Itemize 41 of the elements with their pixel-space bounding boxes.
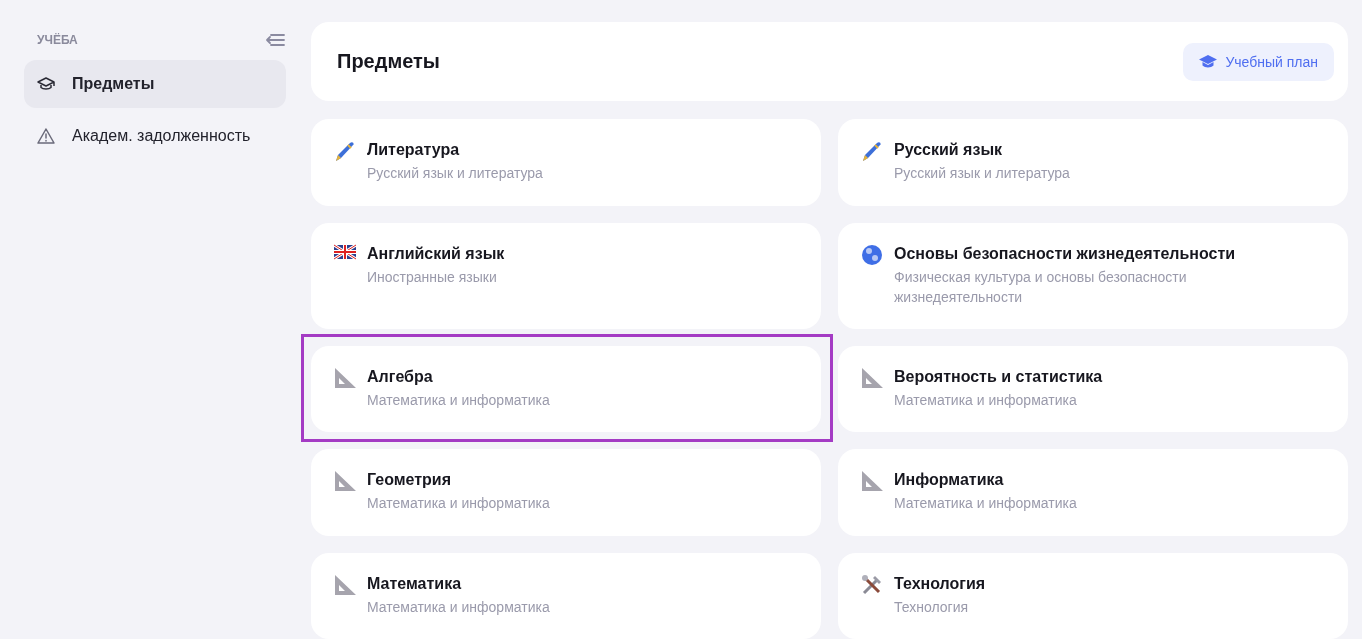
subject-title: Математика (367, 574, 463, 593)
subject-card[interactable]: Русский язык Русский язык и литература (838, 119, 1348, 206)
subject-title: Литература (367, 141, 461, 160)
subject-title: Вероятность и статистика (894, 368, 1103, 387)
subject-title: Технология (894, 574, 986, 593)
curriculum-button[interactable]: Учебный план (1183, 42, 1334, 81)
subject-title: Геометрия (367, 471, 453, 490)
subject-title: Алгебра (367, 368, 434, 387)
subject-card[interactable]: Литература Русский язык и литература (311, 119, 821, 206)
subject-card[interactable]: Технология Технология (838, 552, 1348, 639)
subject-title: Русский язык (894, 141, 1004, 160)
collapse-sidebar-icon[interactable] (264, 32, 286, 48)
subject-card[interactable]: Английский язык Иностранные языки (311, 222, 821, 330)
warning-icon (36, 126, 56, 146)
subject-category: Математика и информатика (367, 494, 550, 514)
subject-card[interactable]: Вероятность и статистика Математика и информатика (838, 346, 1348, 433)
sidebar-item[interactable]: Академ. задолженность (24, 112, 286, 160)
subject-title: Основы безопасности жизнедеятельности (894, 244, 1237, 263)
subject-category: Математика и информатика (367, 391, 550, 411)
subject-title: Английский язык (367, 244, 505, 263)
graduation-cap-icon (1199, 54, 1218, 69)
subject-title: Информатика (894, 471, 1005, 490)
subject-card[interactable]: Алгебра Математика и информатика (311, 346, 821, 433)
subject-category: Иностранные языки (367, 267, 498, 287)
subject-category: Русский язык и литература (894, 164, 1070, 184)
subject-category: Русский язык и литература (367, 164, 543, 184)
globe-icon (860, 242, 884, 267)
tools-icon (860, 572, 884, 597)
subject-card[interactable]: Геометрия Математика и информатика (311, 449, 821, 536)
subject-category: Математика и информатика (894, 494, 1077, 514)
page-title: Предметы (337, 50, 440, 74)
subject-category: Технология (894, 597, 970, 617)
subject-category: Физическая культура и основы безопасности жизнедеятельности (894, 267, 1188, 307)
subject-card[interactable]: Математика Математика и информатика (311, 552, 821, 639)
subject-card[interactable]: Основы безопасности жизнедеятельности Физическая культура и основы безопасности жизнедеятельности (838, 222, 1348, 330)
subject-card[interactable]: Информатика Математика и информатика (838, 449, 1348, 536)
section-label: УЧЁБА (37, 33, 78, 47)
subject-category: Математика и информатика (367, 597, 550, 617)
sidebar-item[interactable]: Предметы (24, 60, 286, 108)
flag-icon (333, 242, 357, 261)
subject-category: Математика и информатика (894, 391, 1078, 411)
